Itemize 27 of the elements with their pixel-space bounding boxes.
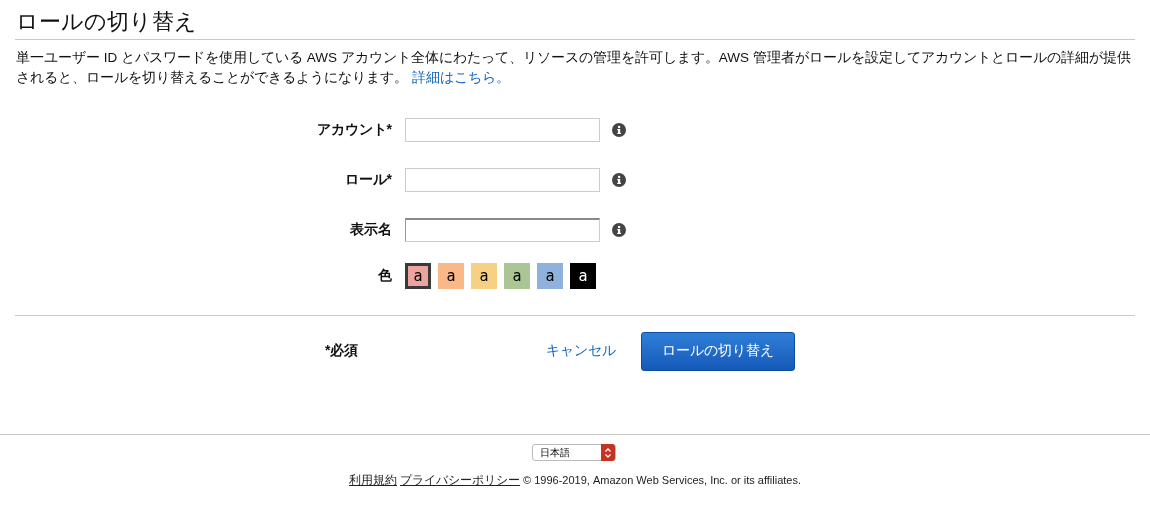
color-swatch[interactable]: a bbox=[570, 263, 596, 289]
input-field[interactable] bbox=[405, 118, 600, 142]
info-icon[interactable] bbox=[612, 173, 626, 187]
input-field[interactable] bbox=[405, 168, 600, 192]
copyright-text: © 1996-2019, Amazon Web Services, Inc. or its affiliates. bbox=[523, 474, 802, 486]
page-title: ロールの切り替え bbox=[15, 0, 1135, 40]
privacy-link[interactable]: プライバシーポリシー bbox=[400, 473, 520, 487]
cancel-link[interactable]: キャンセル bbox=[546, 342, 616, 360]
language-select[interactable]: 日本語 bbox=[532, 444, 616, 461]
color-swatch[interactable]: a bbox=[405, 263, 431, 289]
field-label: 色 bbox=[377, 267, 393, 285]
field-label: ロール* bbox=[343, 171, 393, 189]
color-swatch[interactable]: a bbox=[438, 263, 464, 289]
more-info-link[interactable]: 詳細はこちら。 bbox=[411, 70, 510, 85]
info-icon[interactable] bbox=[612, 223, 626, 237]
color-swatch[interactable]: a bbox=[471, 263, 497, 289]
required-note: *必須 bbox=[325, 342, 360, 360]
description-text: 単一ユーザー ID とパスワードを使用している AWS アカウント全体にわたって、リソースの管理を許可します。AWS 管理者がロールを設定してアカウントとロールの詳細が提供されると、ロールを切り替えることができるようになります。 詳細はこちら。 bbox=[16, 49, 1132, 87]
field-label: 表示名 bbox=[349, 221, 393, 239]
terms-link[interactable]: 利用規約 bbox=[348, 473, 397, 487]
spinner-icon bbox=[601, 444, 615, 461]
switch-role-button[interactable]: ロールの切り替え bbox=[641, 331, 795, 371]
color-swatch[interactable]: a bbox=[504, 263, 530, 289]
info-icon[interactable] bbox=[612, 123, 626, 137]
color-swatch[interactable]: a bbox=[537, 263, 563, 289]
input-field[interactable] bbox=[405, 218, 600, 242]
field-label: アカウント* bbox=[315, 121, 393, 139]
